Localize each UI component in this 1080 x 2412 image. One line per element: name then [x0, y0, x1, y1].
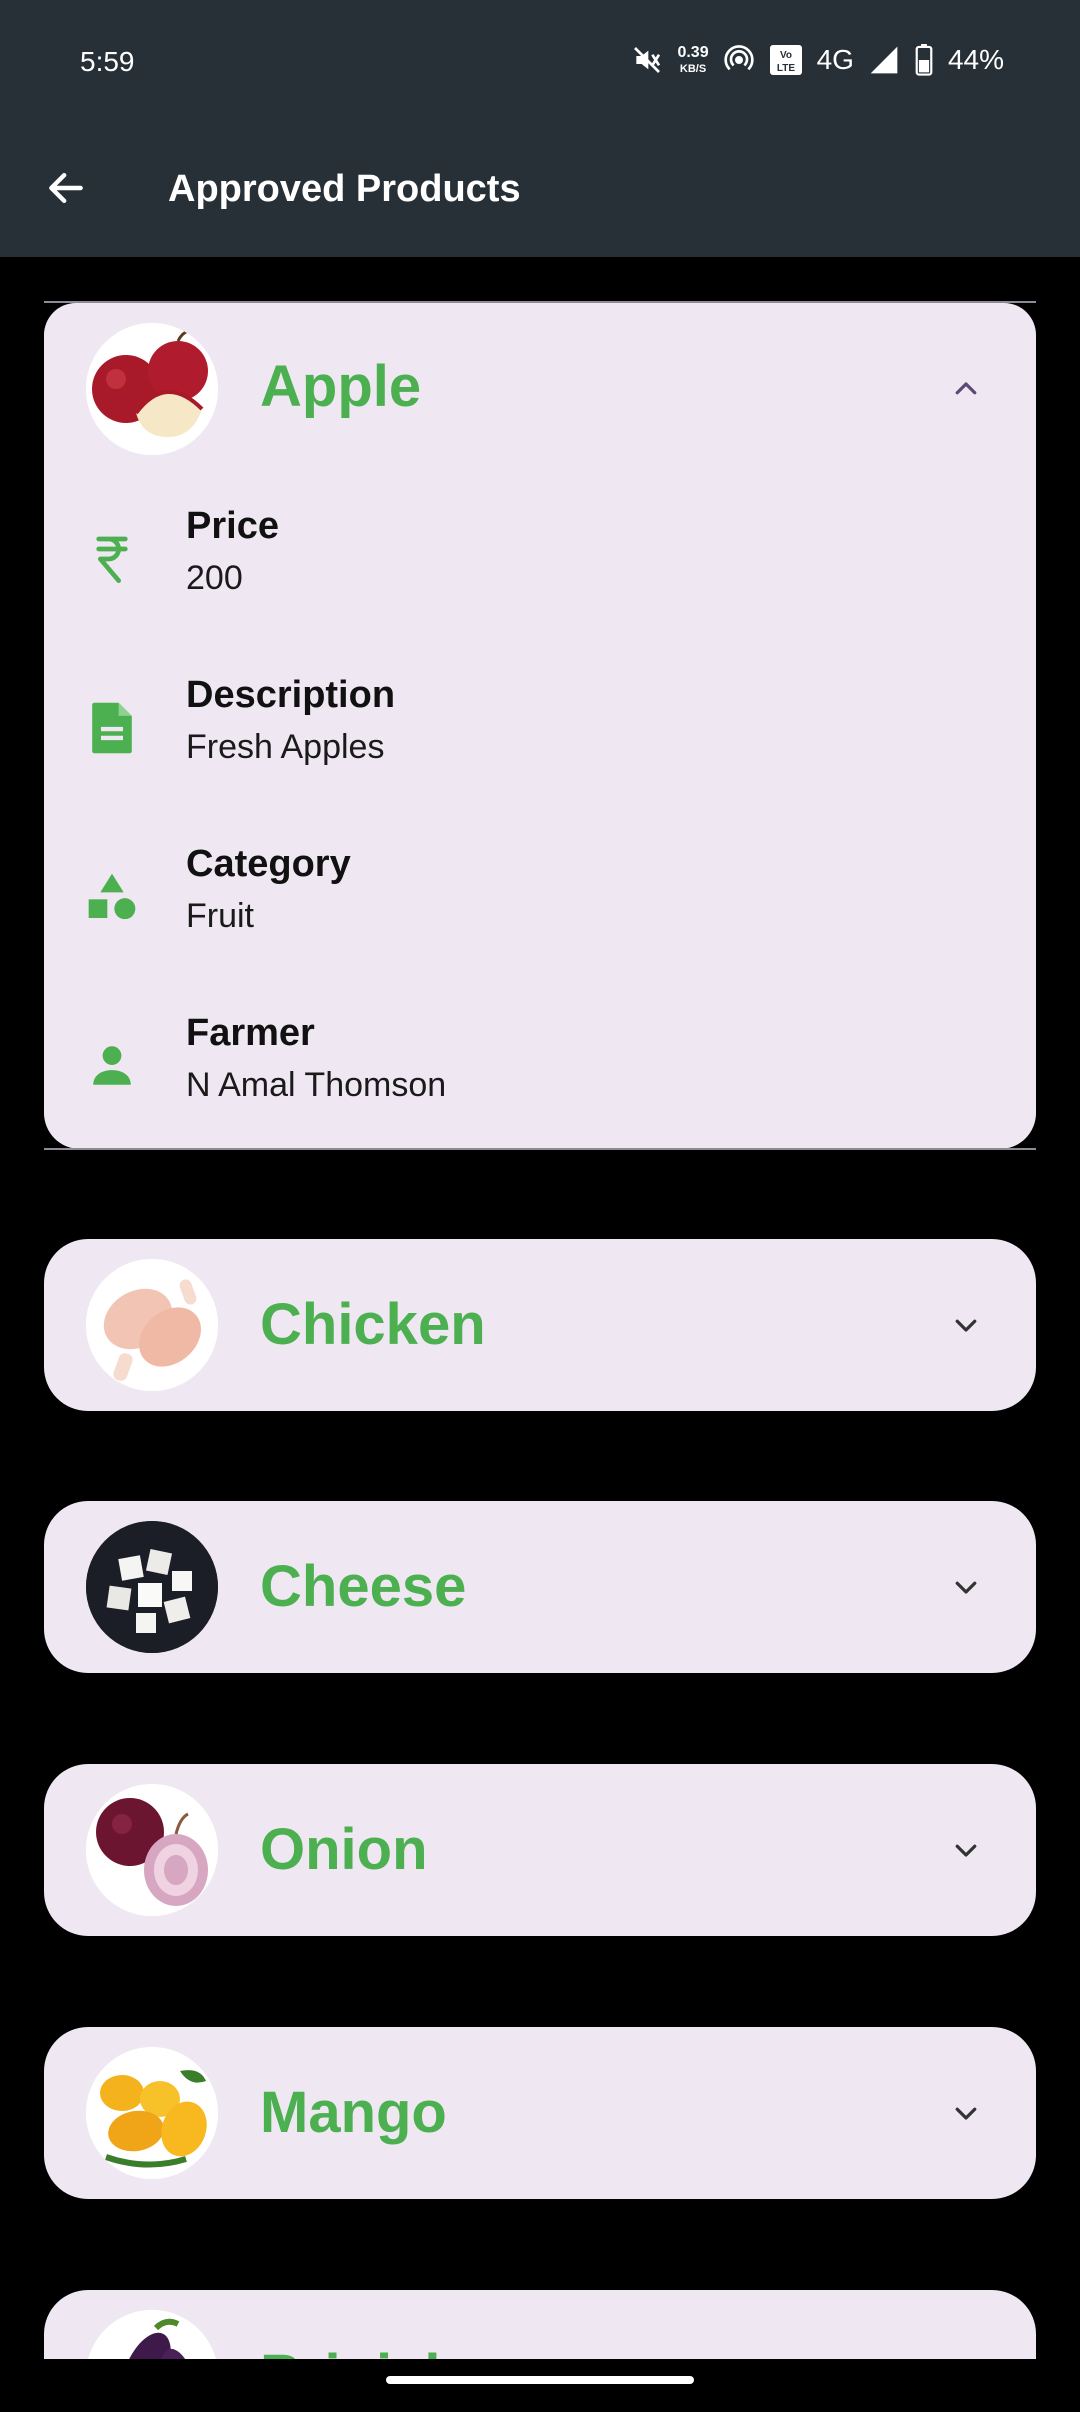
product-image: [86, 323, 218, 455]
product-image: [86, 2310, 218, 2359]
detail-label: Price: [186, 505, 279, 547]
detail-value: 200: [186, 559, 243, 597]
rupee-icon: [84, 531, 140, 587]
status-time: 5:59: [80, 46, 135, 77]
detail-category: Category Fruit: [44, 843, 1036, 953]
chevron-up-icon[interactable]: [946, 369, 986, 409]
battery-percent: 44%: [947, 44, 1004, 75]
page-title: Approved Products: [168, 168, 521, 210]
detail-description: Description Fresh Apples: [44, 674, 1036, 784]
status-bar: 5:59 0.39 KB/S Vo LTE 4G 44%: [0, 0, 1080, 120]
detail-label: Category: [186, 843, 351, 885]
battery-icon: [914, 44, 934, 76]
product-image: [86, 1259, 218, 1391]
svg-text:Vo: Vo: [780, 50, 792, 61]
product-card-mango[interactable]: Mango: [44, 2027, 1036, 2199]
detail-price: Price 200: [44, 505, 1036, 615]
volte-icon: Vo LTE: [769, 44, 803, 76]
network-type: 4G: [816, 44, 854, 75]
app-bar: Approved Products: [0, 120, 1080, 257]
home-indicator[interactable]: [386, 2376, 694, 2384]
detail-farmer: Farmer N Amal Thomson: [44, 1012, 1036, 1122]
product-list[interactable]: Apple Price 200 Description Fresh Apples…: [0, 257, 1080, 2359]
back-button[interactable]: [38, 160, 94, 216]
chevron-down-icon[interactable]: [946, 1830, 986, 1870]
mute-icon: [631, 44, 663, 76]
product-card-apple: Apple Price 200 Description Fresh Apples…: [44, 303, 1036, 1149]
product-name: Mango: [260, 2080, 447, 2145]
product-card-brinjal[interactable]: Brinjal: [44, 2290, 1036, 2359]
detail-value: Fruit: [186, 897, 254, 935]
product-name: Chicken: [260, 1292, 486, 1357]
product-card-chicken[interactable]: Chicken: [44, 1239, 1036, 1411]
chevron-down-icon[interactable]: [946, 1305, 986, 1345]
arrow-back-icon: [49, 172, 83, 204]
detail-label: Farmer: [186, 1012, 315, 1054]
signal-icon: [868, 44, 900, 76]
detail-value: N Amal Thomson: [186, 1066, 447, 1104]
chevron-down-icon[interactable]: [946, 1567, 986, 1607]
product-header[interactable]: Apple: [44, 303, 1036, 473]
product-name: Cheese: [260, 1554, 467, 1619]
document-icon: [84, 700, 140, 756]
status-icons: 0.39 KB/S Vo LTE 4G 44%: [631, 40, 1004, 80]
product-card-onion[interactable]: Onion: [44, 1764, 1036, 1936]
detail-label: Description: [186, 674, 396, 716]
product-image: [86, 1521, 218, 1653]
person-icon: [84, 1038, 140, 1094]
product-card-cheese[interactable]: Cheese: [44, 1501, 1036, 1673]
product-name: Apple: [260, 354, 422, 419]
chevron-down-icon[interactable]: [946, 2356, 986, 2359]
product-name: Onion: [260, 1817, 428, 1882]
product-name: Brinjal: [260, 2342, 441, 2359]
hotspot-icon: [723, 44, 755, 76]
detail-value: Fresh Apples: [186, 728, 385, 766]
svg-text:LTE: LTE: [777, 63, 795, 74]
product-image: [86, 2047, 218, 2179]
chevron-down-icon[interactable]: [946, 2093, 986, 2133]
divider: [44, 1148, 1036, 1150]
category-icon: [84, 869, 140, 925]
product-image: [86, 1784, 218, 1916]
net-speed: 0.39 KB/S: [677, 44, 709, 75]
